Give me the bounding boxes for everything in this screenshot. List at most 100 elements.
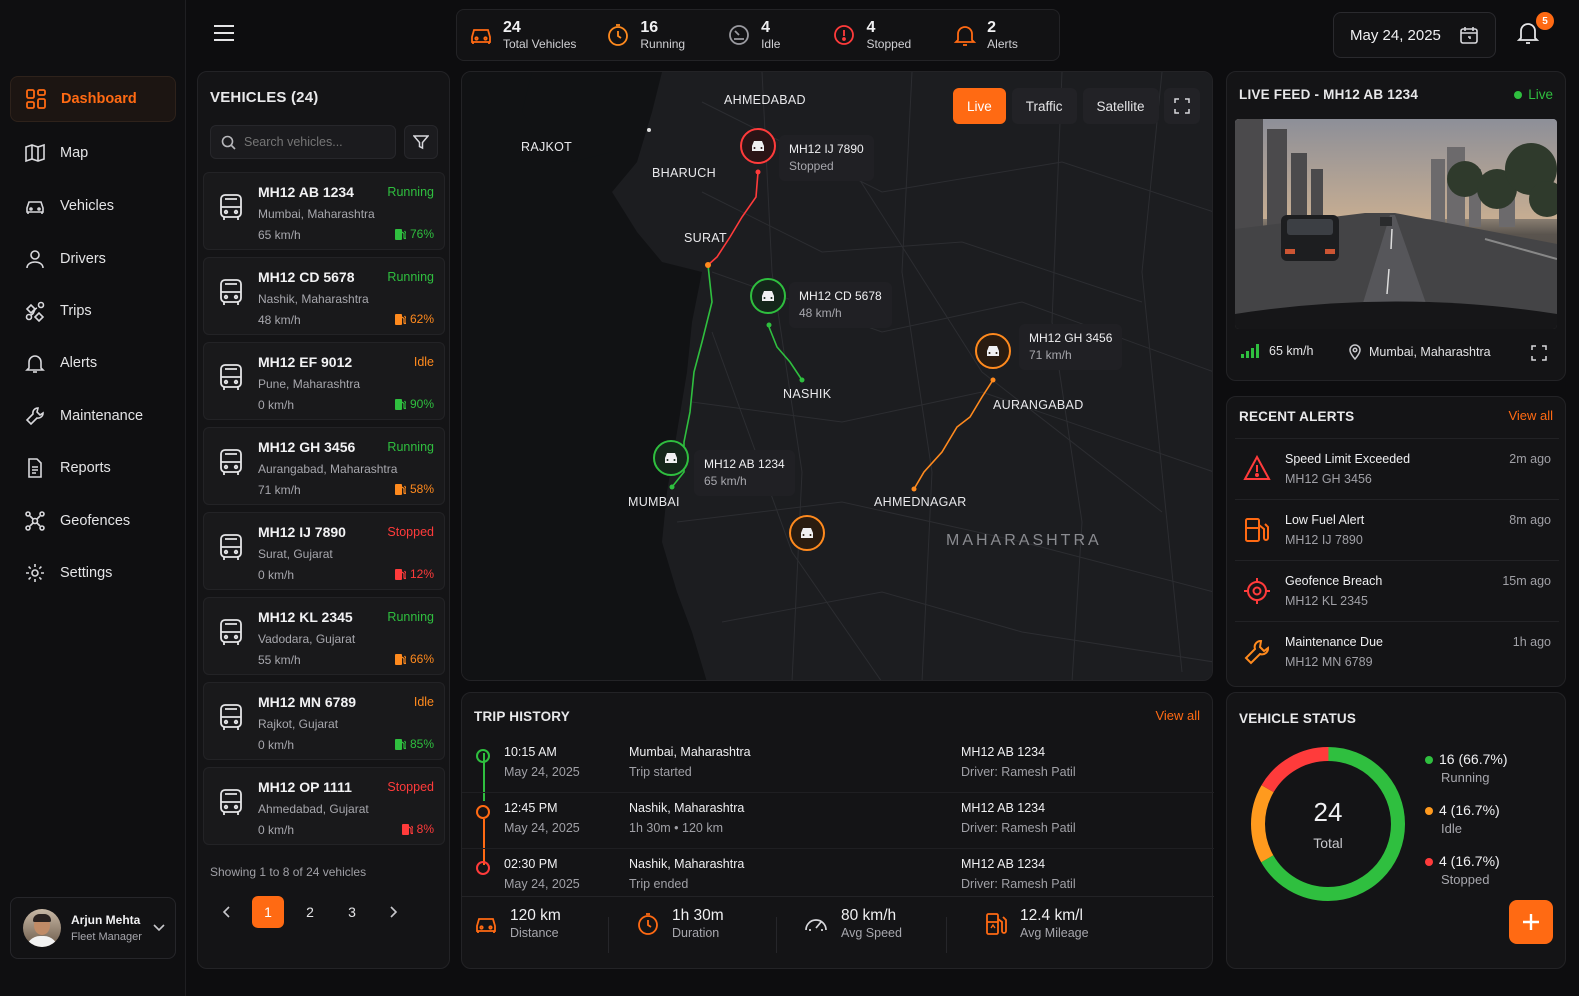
alert-item[interactable]: Maintenance Due MH12 MN 6789 1h ago [1235, 621, 1559, 681]
alert-vehicle: MH12 IJ 7890 [1285, 533, 1363, 547]
camera-feed[interactable] [1235, 119, 1557, 329]
trip-history-view-all[interactable]: View all [1155, 708, 1200, 723]
fullscreen-icon[interactable] [1164, 88, 1200, 124]
alert-vehicle: MH12 KL 2345 [1285, 594, 1368, 608]
vehicle-marker[interactable] [653, 440, 689, 476]
route-icon [24, 300, 46, 322]
map-mode-live[interactable]: Live [953, 88, 1006, 124]
fuel-icon [394, 738, 406, 751]
legend-dot-icon [1425, 807, 1433, 815]
bus-icon [218, 278, 244, 308]
search-input[interactable] [244, 135, 384, 149]
sidebar-item-drivers[interactable]: Drivers [10, 236, 176, 282]
warning-icon [1243, 455, 1271, 481]
vehicle-fuel: 8% [401, 822, 434, 836]
summary-distance: 120 km Distance [474, 906, 561, 941]
trip-date: May 24, 2025 [504, 877, 580, 891]
legend-label: Idle [1441, 821, 1462, 836]
vehicle-plate: MH12 EF 9012 [258, 354, 353, 370]
map-city-label: MUMBAI [628, 495, 680, 509]
map-city-label: AHMEDNAGAR [874, 495, 967, 509]
alert-item[interactable]: Geofence Breach MH12 KL 2345 15m ago [1235, 560, 1559, 620]
alert-time: 15m ago [1502, 574, 1551, 588]
map-view[interactable]: Live Traffic Satellite AHMEDABAD RAJKOT … [461, 71, 1213, 681]
sidebar-item-vehicles[interactable]: Vehicles [10, 183, 176, 229]
trip-history-title: TRIP HISTORY [474, 709, 570, 724]
sidebar-item-dashboard[interactable]: Dashboard [10, 76, 176, 122]
page-button[interactable]: 2 [294, 896, 326, 928]
vehicle-card[interactable]: MH12 OP 1111 Stopped Ahmedabad, Gujarat 0 k… [203, 767, 445, 845]
trip-row[interactable]: 10:15 AM May 24, 2025 Mumbai, Maharashtra T… [462, 737, 1214, 793]
sidebar-item-alerts[interactable]: Alerts [10, 340, 176, 386]
sidebar-item-settings[interactable]: Settings [10, 550, 176, 596]
legend-stopped: 4 (16.7%) Stopped [1425, 853, 1500, 887]
chevron-down-icon [153, 924, 165, 932]
sidebar-item-trips[interactable]: Trips [10, 288, 176, 334]
alerts-title: RECENT ALERTS [1239, 409, 1355, 424]
alert-title: Geofence Breach [1285, 574, 1383, 588]
trip-driver: Driver: Ramesh Patil [961, 821, 1076, 835]
vehicle-card[interactable]: MH12 IJ 7890 Stopped Surat, Gujarat 0 km/h 1… [203, 512, 445, 590]
vehicle-card[interactable]: MH12 KL 2345 Running Vadodara, Gujarat 55 k… [203, 597, 445, 675]
sidebar-item-reports[interactable]: Reports [10, 445, 176, 491]
alerts-view-all[interactable]: View all [1508, 408, 1553, 423]
fullscreen-icon[interactable] [1531, 345, 1547, 361]
sidebar-item-label: Reports [60, 460, 111, 476]
vehicle-card[interactable]: MH12 EF 9012 Idle Pune, Maharashtra 0 km/h 9… [203, 342, 445, 420]
report-icon [24, 457, 46, 479]
map-mode-toggle: Live Traffic Satellite [953, 88, 1159, 124]
feed-speed-value: 65 km/h [1269, 344, 1314, 358]
vehicle-card[interactable]: MH12 MN 6789 Idle Rajkot, Gujarat 0 km/h 85% [203, 682, 445, 760]
prev-page-icon[interactable] [210, 896, 242, 928]
vehicle-marker[interactable] [789, 515, 825, 551]
vehicle-marker[interactable] [740, 128, 776, 164]
alert-item[interactable]: Speed Limit Exceeded MH12 GH 3456 2m ago [1235, 438, 1559, 498]
vehicle-marker[interactable] [750, 278, 786, 314]
date-picker[interactable]: May 24, 2025 [1333, 12, 1496, 58]
fuel-level: 66% [409, 652, 434, 666]
sidebar-item-map[interactable]: Map [10, 130, 176, 176]
legend-dot-icon [1425, 756, 1433, 764]
vehicle-card[interactable]: MH12 GH 3456 Running Aurangabad, Maharasht… [203, 427, 445, 505]
vehicle-card[interactable]: MH12 AB 1234 Running Mumbai, Maharashtra 65… [203, 172, 445, 250]
summary-label: Avg Mileage [1020, 926, 1089, 940]
page-button[interactable]: 3 [336, 896, 368, 928]
legend-value: 16 (66.7%) [1439, 751, 1508, 767]
vehicle-marker[interactable] [975, 333, 1011, 369]
vehicle-speed: 71 km/h [258, 483, 301, 497]
vehicles-title: VEHICLES (24) [210, 89, 319, 106]
filter-button[interactable] [404, 125, 438, 159]
signal-icon [1241, 344, 1259, 358]
vehicle-location: Rajkot, Gujarat [258, 717, 339, 731]
summary-value: 12.4 km/l [1020, 907, 1083, 924]
alert-vehicle: MH12 GH 3456 [1285, 472, 1372, 486]
add-button[interactable] [1509, 900, 1553, 944]
sidebar-item-label: Alerts [60, 355, 98, 371]
map-mode-traffic[interactable]: Traffic [1011, 88, 1077, 124]
page-button[interactable]: 1 [252, 896, 284, 928]
sidebar-item-geofences[interactable]: Geofences [10, 498, 176, 544]
trip-place: Mumbai, Maharashtra [629, 745, 751, 759]
alert-time: 1h ago [1512, 635, 1551, 649]
vehicle-card[interactable]: MH12 CD 5678 Running Nashik, Maharashtra 48… [203, 257, 445, 335]
sidebar-item-label: Dashboard [61, 91, 137, 107]
trip-row[interactable]: 12:45 PM May 24, 2025 Nashik, Maharashtra 1… [462, 793, 1214, 849]
stat-total-vehicles: 24 Total Vehicles [457, 17, 588, 53]
camera-feed-image [1235, 119, 1557, 329]
geofence-icon [24, 510, 46, 532]
plus-icon [1521, 912, 1541, 932]
map-mode-satellite[interactable]: Satellite [1082, 88, 1159, 124]
marker-plate: MH12 AB 1234 [704, 457, 785, 471]
summary-avg-mileage: 12.4 km/l Avg Mileage [984, 906, 1089, 941]
legend-value: 4 (16.7%) [1439, 853, 1500, 869]
hamburger-menu-icon[interactable] [213, 24, 235, 42]
vehicle-location: Pune, Maharashtra [258, 377, 361, 391]
alert-time: 8m ago [1509, 513, 1551, 527]
alert-item[interactable]: Low Fuel Alert MH12 IJ 7890 8m ago [1235, 499, 1559, 559]
user-menu[interactable]: Arjun Mehta Fleet Manager [10, 897, 176, 959]
stop-icon [832, 23, 856, 47]
next-page-icon[interactable] [378, 896, 410, 928]
vehicle-status: Idle [413, 355, 434, 369]
summary-value: 120 km [510, 907, 561, 924]
sidebar-item-maintenance[interactable]: Maintenance [10, 393, 176, 439]
